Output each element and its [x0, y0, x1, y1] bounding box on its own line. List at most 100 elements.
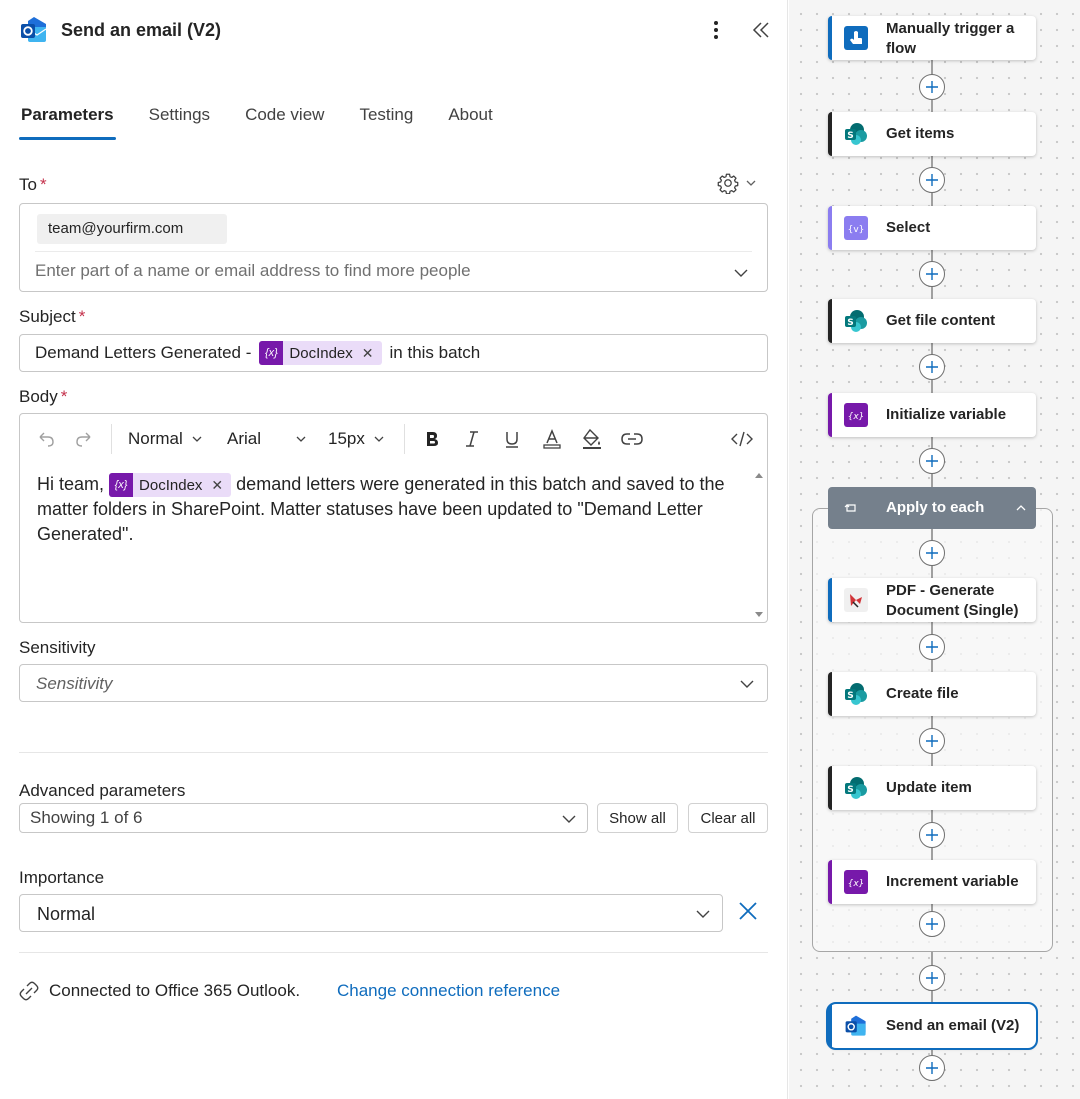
flow-node-apply-to-each[interactable]: Apply to each: [828, 487, 1036, 529]
clear-all-button[interactable]: Clear all: [688, 803, 768, 833]
outlook-icon: [845, 1015, 866, 1036]
flow-node-manual-trigger[interactable]: Manually trigger a flow: [828, 16, 1036, 60]
insert-step-button[interactable]: [919, 634, 945, 660]
subject-label: Subject *: [19, 307, 85, 327]
flow-node-send-email[interactable]: Send an email (V2): [826, 1002, 1038, 1050]
email-chip[interactable]: team@yourfirm.com: [37, 214, 227, 244]
to-search-input[interactable]: Enter part of a name or email address to…: [35, 261, 471, 281]
tab-about[interactable]: About: [446, 104, 494, 140]
insert-step-button[interactable]: [919, 261, 945, 287]
collapse-panel-icon[interactable]: [748, 16, 774, 44]
body-content[interactable]: Hi team, {x} DocIndex ✕ demand letters wer…: [37, 472, 737, 547]
chevron-down-icon[interactable]: [733, 265, 749, 281]
show-all-button[interactable]: Show all: [597, 803, 678, 833]
svg-text:{v}: {v}: [848, 225, 865, 235]
insert-step-button[interactable]: [919, 728, 945, 754]
plus-icon: [926, 641, 938, 653]
body-editor[interactable]: Normal Arial 15px Hi team, {x} DocIndex …: [19, 413, 768, 623]
add-step-in-loop-button[interactable]: [919, 911, 945, 937]
font-size-dropdown[interactable]: 15px: [328, 429, 385, 449]
flow-node-update-item[interactable]: S Update item: [828, 766, 1036, 810]
required-mark: *: [39, 175, 47, 194]
body-text-before: Hi team,: [37, 474, 105, 494]
svg-text:S: S: [847, 691, 853, 701]
subject-field[interactable]: Demand Letters Generated - {x} DocIndex ✕ …: [19, 334, 768, 372]
insert-step-button[interactable]: [919, 354, 945, 380]
tab-settings[interactable]: Settings: [147, 104, 212, 140]
flow-node-increment-variable[interactable]: {x} Increment variable: [828, 860, 1036, 904]
action-panel: Send an email (V2) Parameters Settings C…: [0, 0, 788, 1099]
code-view-icon[interactable]: [729, 423, 755, 455]
remove-token-icon[interactable]: ✕: [362, 345, 374, 362]
insert-step-button[interactable]: [919, 540, 945, 566]
font-color-icon[interactable]: [540, 423, 564, 455]
plus-icon: [926, 1062, 938, 1074]
node-label: Update item: [886, 779, 972, 796]
paragraph-style-dropdown[interactable]: Normal: [128, 429, 203, 449]
redo-icon[interactable]: [72, 423, 96, 455]
node-accent: [828, 16, 832, 60]
advanced-parameters-value: Showing 1 of 6: [30, 808, 143, 827]
tab-testing[interactable]: Testing: [357, 104, 415, 140]
importance-value: Normal: [37, 904, 96, 924]
node-label: Get file content: [886, 312, 996, 329]
svg-text:S: S: [847, 318, 853, 328]
flow-node-select[interactable]: {v} Select: [828, 206, 1036, 250]
advanced-parameters-dropdown[interactable]: Showing 1 of 6: [19, 803, 588, 833]
to-label: To *: [19, 175, 47, 195]
italic-icon[interactable]: [460, 423, 484, 455]
variable-icon: {x}: [844, 403, 868, 427]
node-label: PDF - Generate Document (Single): [886, 581, 1019, 621]
plus-icon: [926, 81, 938, 93]
docindex-token[interactable]: {x} DocIndex ✕: [109, 473, 232, 498]
more-options-icon[interactable]: [706, 16, 726, 44]
flow-node-get-file-content[interactable]: S Get file content: [828, 299, 1036, 343]
chevron-down-icon: [562, 815, 576, 823]
plus-icon: [926, 972, 938, 984]
flow-node-create-file[interactable]: S Create file: [828, 672, 1036, 716]
pdf-icon: [844, 588, 868, 612]
to-divider: [35, 251, 752, 252]
docindex-token[interactable]: {x} DocIndex ✕: [259, 341, 382, 365]
remove-token-icon[interactable]: ✕: [211, 473, 223, 498]
panel-title: Send an email (V2): [61, 20, 222, 40]
tab-code-view[interactable]: Code view: [243, 104, 326, 140]
body-scrollbar[interactable]: [754, 470, 764, 620]
sensitivity-dropdown[interactable]: Sensitivity: [19, 664, 768, 702]
underline-icon[interactable]: [500, 423, 524, 455]
toolbar-separator: [111, 424, 112, 454]
insert-step-button[interactable]: [919, 74, 945, 100]
to-settings-button[interactable]: [717, 172, 757, 194]
insert-step-button[interactable]: [919, 822, 945, 848]
remove-parameter-icon[interactable]: [737, 900, 759, 922]
plus-icon: [926, 174, 938, 186]
bold-icon[interactable]: [420, 423, 444, 455]
connection-status: Connected to Office 365 Outlook.: [49, 981, 301, 1000]
chevron-up-icon[interactable]: [1015, 502, 1027, 514]
svg-text:{x}: {x}: [848, 412, 865, 422]
svg-text:{x}: {x}: [848, 879, 865, 889]
node-accent: [828, 299, 832, 343]
flow-canvas[interactable]: Manually trigger a flow S Get items {v} S…: [789, 0, 1080, 1099]
flow-node-pdf-generate[interactable]: PDF - Generate Document (Single): [828, 578, 1036, 622]
add-step-button[interactable]: [919, 1055, 945, 1081]
node-accent: [828, 860, 832, 904]
change-connection-link[interactable]: Change connection reference: [337, 981, 560, 1001]
to-field[interactable]: team@yourfirm.com Enter part of a name o…: [19, 203, 768, 292]
style-value: Normal: [128, 429, 183, 448]
tab-parameters[interactable]: Parameters: [19, 104, 116, 140]
gear-icon: [717, 173, 739, 194]
insert-step-button[interactable]: [919, 965, 945, 991]
insert-step-button[interactable]: [919, 167, 945, 193]
undo-icon[interactable]: [34, 423, 58, 455]
insert-step-button[interactable]: [919, 448, 945, 474]
font-family-dropdown[interactable]: Arial: [227, 429, 307, 449]
link-icon[interactable]: [620, 423, 644, 455]
importance-label: Importance: [19, 868, 105, 887]
flow-node-get-items[interactable]: S Get items: [828, 112, 1036, 156]
plus-icon: [926, 268, 938, 280]
importance-dropdown[interactable]: Normal: [19, 894, 723, 932]
highlight-icon[interactable]: [580, 423, 604, 455]
to-label-text: To: [19, 175, 37, 194]
flow-node-initialize-variable[interactable]: {x} Initialize variable: [828, 393, 1036, 437]
